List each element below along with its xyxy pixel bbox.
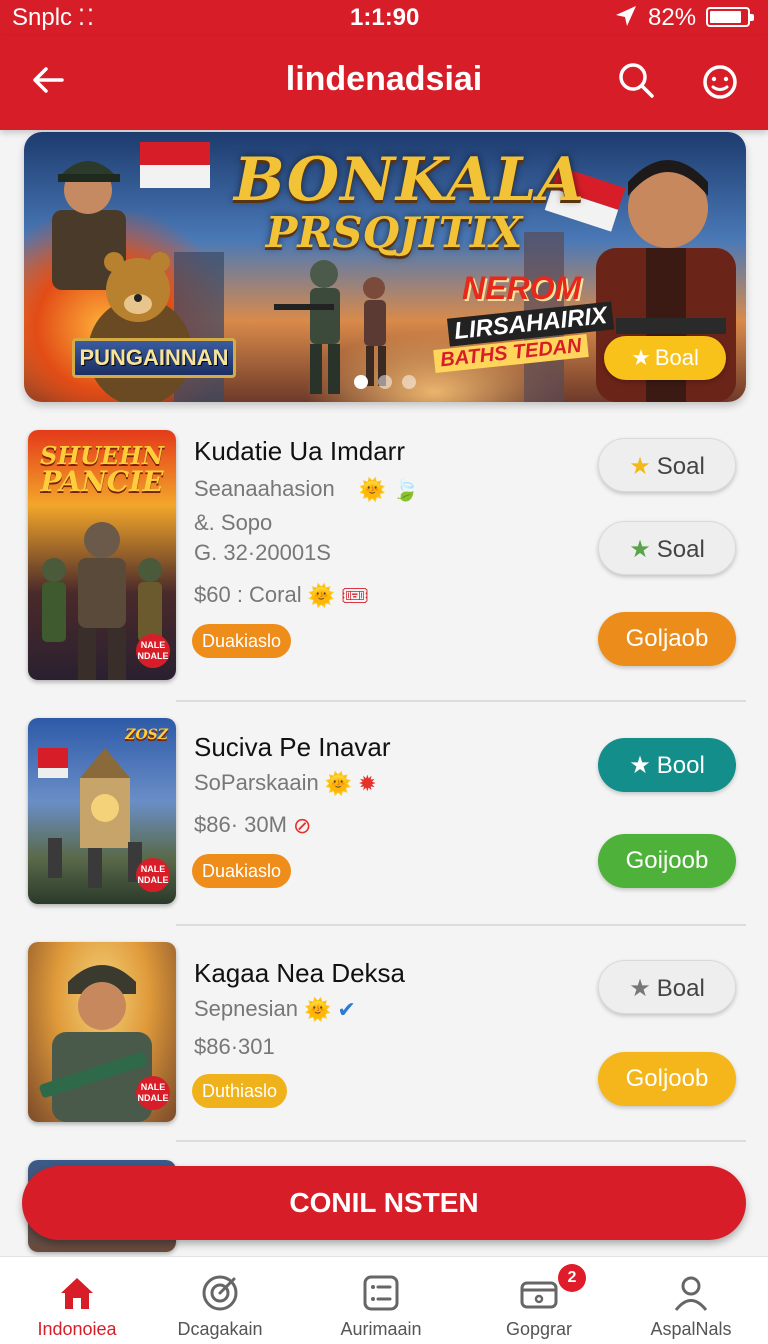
game-title[interactable]: Suciva Pe Inavar (194, 732, 391, 763)
target-icon (202, 1275, 238, 1311)
star-icon: ★ (629, 452, 651, 480)
carousel-dot[interactable] (402, 375, 416, 389)
game-subtitle-text: Sepnesian (194, 996, 298, 1021)
button-label: Soal (656, 453, 705, 480)
nav-label: Dcagakain (177, 1319, 263, 1339)
divider (176, 1140, 746, 1142)
thumb-corner-badge: NALE NDALE (136, 634, 170, 668)
sun-face-icon: 🌞 (307, 583, 336, 609)
nav-label: Indonoiea (37, 1319, 117, 1339)
sun-face-icon: 🌞 (358, 477, 387, 503)
sun-face-icon: 🌞 (324, 771, 353, 797)
nav-label: Aurimaain (340, 1319, 422, 1339)
game-tag-chip: Duakiaslo (192, 624, 292, 658)
game-price: $86· 30M ⊘ (194, 812, 311, 839)
thumb-corner-badge: NALE NDALE (136, 1076, 170, 1110)
game-tag-chip: Duthiaslo (192, 1074, 288, 1108)
nav-item-tickets[interactable]: Gopgrar (462, 1257, 616, 1344)
signal-dots: ⁚⁚ (78, 6, 96, 31)
primary-cta-button[interactable]: CONIL NSTEN (22, 1166, 746, 1240)
leaf-icon: 🍃 (392, 477, 420, 503)
game-thumbnail[interactable]: ZOSZ NALE NDALE (28, 718, 176, 904)
button-label: Goljaob (625, 625, 709, 652)
thumb-corner-badge: NALE NDALE (136, 858, 170, 892)
banner-action-label: Boal (654, 345, 699, 370)
game-subtitle: Seanaahasion 🌞 🍃 (194, 476, 420, 503)
battery-icon (706, 7, 754, 27)
banner-logo: BONKALA PRSQJITIX (234, 145, 585, 257)
carrier-name: Snplc (12, 4, 73, 31)
ticket-icon (520, 1281, 558, 1309)
game-action-button[interactable]: ★ Soal (598, 521, 736, 575)
badge-icon: ⊘ (292, 813, 312, 839)
app-header: lindenadsiai (0, 36, 768, 130)
game-title[interactable]: Kagaa Nea Deksa (194, 958, 405, 989)
sun-face-icon: 🌞 (303, 997, 332, 1023)
bottom-nav: Indonoiea Dcagakain Aurimaain Gopgrar As… (0, 1256, 768, 1344)
nav-item-home[interactable]: Indonoiea (0, 1257, 154, 1344)
nav-item-list[interactable]: Aurimaain (304, 1257, 458, 1344)
game-action-button[interactable]: Goljoob (598, 1052, 736, 1106)
list-icon (363, 1275, 399, 1311)
search-icon[interactable] (616, 60, 656, 100)
nav-badge: 2 (558, 1264, 586, 1292)
star-icon: ★ (629, 535, 651, 563)
star-icon: ★ (629, 974, 651, 1002)
game-action-button[interactable]: Goljaob (598, 612, 736, 666)
carousel-dot[interactable] (354, 375, 368, 389)
game-action-button[interactable]: ★ Soal (598, 438, 736, 492)
game-price-text: $60 : Coral (194, 582, 302, 607)
game-thumbnail[interactable]: SHUEHN PANCIE NALE NDALE (28, 430, 176, 680)
banner-plate: PUNGAINNAN (72, 338, 236, 378)
game-title[interactable]: Kudatie Ua Imdarr (194, 436, 405, 467)
button-label: Boal (656, 975, 705, 1002)
nav-item-profile[interactable]: AspalNals (614, 1257, 768, 1344)
banner-logo-line2: PRSQJITIX (265, 208, 523, 257)
game-subtitle-text: SoParskaain (194, 770, 319, 795)
location-icon (616, 6, 636, 26)
carousel-dot[interactable] (378, 375, 392, 389)
banner-action-button[interactable]: ★ Boal (604, 336, 726, 380)
game-price-text: $86· 30M (194, 812, 287, 837)
game-price: $86·301 (194, 1034, 275, 1059)
button-label: Soal (656, 536, 705, 563)
status-bar: Snplc ⁚⁚ 1:1:90 82% (0, 0, 768, 36)
game-thumbnail[interactable]: NALE NDALE (28, 942, 176, 1122)
game-subtitle-text: Seanaahasion (194, 476, 335, 501)
divider (176, 924, 746, 926)
ticket-icon: 🎟 (341, 583, 369, 609)
nav-label: AspalNals (650, 1319, 732, 1339)
flower-icon: ✹ (358, 771, 377, 797)
star-icon: ★ (631, 346, 651, 371)
thumb-title: PANCIE (40, 465, 164, 498)
battery-percent: 82% (648, 4, 697, 31)
game-action-button[interactable]: ★ Bool (598, 738, 736, 792)
button-label: Goijoob (625, 847, 709, 874)
clock: 1:1:90 (350, 4, 420, 31)
game-action-button[interactable]: ★ Boal (598, 960, 736, 1014)
nav-item-target[interactable]: Dcagakain (143, 1257, 297, 1344)
button-label: Goljoob (625, 1065, 709, 1092)
notification-icon[interactable] (700, 60, 742, 102)
game-action-button[interactable]: Goijoob (598, 834, 736, 888)
profile-icon (674, 1276, 708, 1311)
home-icon (61, 1278, 93, 1309)
game-subtitle: Sepnesian 🌞 ✔ (194, 996, 356, 1023)
banner-logo-line1: BONKALA (234, 145, 585, 215)
check-icon: ✔ (337, 997, 356, 1023)
nav-label: Gopgrar (505, 1319, 573, 1339)
banner-tag-1: NEROM (462, 270, 582, 306)
game-meta: &. Sopo (194, 510, 273, 535)
game-meta: G. 32·20001S (194, 540, 331, 565)
star-icon: ★ (629, 751, 651, 779)
flag-icon (140, 142, 210, 188)
divider (176, 700, 746, 702)
game-subtitle: SoParskaain 🌞 ✹ (194, 770, 377, 797)
game-tag-chip: Duakiaslo (192, 854, 292, 888)
game-price: $60 : Coral 🌞 🎟 (194, 582, 369, 609)
button-label: Bool (656, 752, 705, 779)
